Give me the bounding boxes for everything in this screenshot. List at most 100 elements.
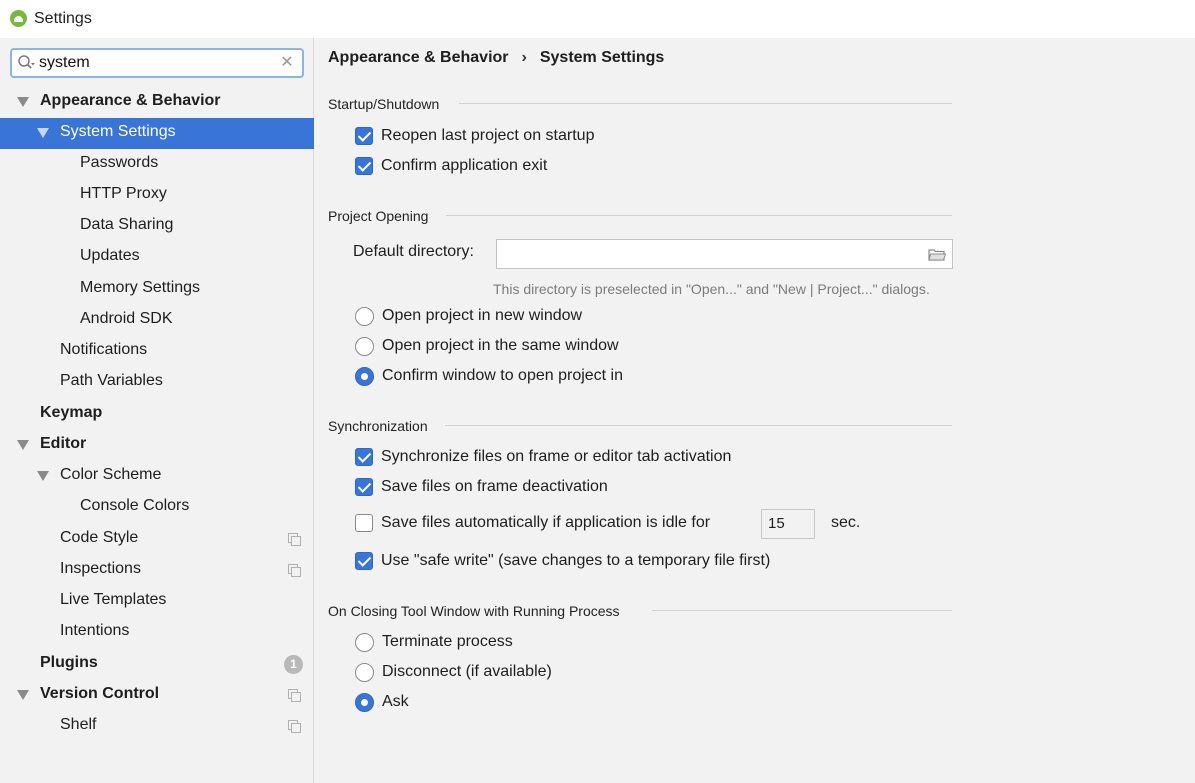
expand-arrow-icon[interactable] bbox=[37, 128, 49, 138]
radio-label: Disconnect (if available) bbox=[382, 663, 552, 680]
tree-item-label: Path Variables bbox=[60, 372, 163, 389]
checkbox-checked[interactable] bbox=[355, 552, 373, 570]
tree-item-path-variables[interactable]: Path Variables bbox=[0, 367, 314, 398]
tree-item-color-scheme[interactable]: Color Scheme bbox=[0, 461, 314, 492]
expand-arrow-icon[interactable] bbox=[17, 690, 29, 700]
confirm-window-radio[interactable]: Confirm window to open project in bbox=[355, 364, 623, 388]
tree-item-console-colors[interactable]: Console Colors bbox=[0, 492, 314, 523]
checkbox-label: Save files on frame deactivation bbox=[381, 478, 608, 495]
checkbox-checked[interactable] bbox=[355, 127, 373, 145]
idle-seconds-input[interactable]: 15 bbox=[761, 509, 815, 539]
ask-radio[interactable]: Ask bbox=[355, 690, 409, 714]
open-same-window-radio[interactable]: Open project in the same window bbox=[355, 334, 619, 358]
checkbox-label: Reopen last project on startup bbox=[381, 127, 595, 144]
section-project-opening-title: Project Opening bbox=[328, 208, 429, 224]
project-settings-icon bbox=[288, 564, 301, 577]
folder-browse-icon[interactable] bbox=[928, 248, 946, 261]
checkbox-unchecked[interactable] bbox=[355, 514, 373, 532]
expand-arrow-icon[interactable] bbox=[37, 471, 49, 481]
section-divider bbox=[459, 103, 952, 104]
tree-item-shelf[interactable]: Shelf bbox=[0, 711, 314, 742]
breadcrumb-separator-icon: › bbox=[521, 49, 527, 66]
radio-label: Open project in new window bbox=[382, 307, 583, 324]
tree-item-code-style[interactable]: Code Style bbox=[0, 524, 314, 555]
android-studio-icon bbox=[10, 10, 27, 27]
tree-item-label: Plugins bbox=[40, 654, 98, 671]
tree-item-label: Version Control bbox=[40, 685, 160, 702]
window-title: Settings bbox=[34, 10, 92, 27]
section-divider bbox=[446, 215, 952, 216]
tree-item-inspections[interactable]: Inspections bbox=[0, 555, 314, 586]
tree-item-intentions[interactable]: Intentions bbox=[0, 617, 314, 648]
tree-item-keymap[interactable]: Keymap bbox=[0, 399, 314, 430]
section-divider bbox=[445, 425, 952, 426]
radio-label: Terminate process bbox=[382, 633, 513, 650]
checkbox-label: Synchronize files on frame or editor tab… bbox=[381, 448, 732, 465]
tree-item-android-sdk[interactable]: Android SDK bbox=[0, 305, 314, 336]
section-divider bbox=[652, 610, 952, 611]
tree-item-label: Shelf bbox=[60, 716, 97, 733]
radio-selected[interactable] bbox=[355, 692, 374, 712]
checkbox-label: Save files automatically if application … bbox=[381, 514, 711, 531]
radio-unselected[interactable] bbox=[355, 306, 374, 326]
section-startup-title: Startup/Shutdown bbox=[328, 96, 440, 112]
tree-item-appearance-behavior[interactable]: Appearance & Behavior bbox=[0, 87, 314, 118]
safe-write-checkbox[interactable]: Use "safe write" (save changes to a temp… bbox=[355, 549, 770, 573]
tree-item-label: Intentions bbox=[60, 622, 130, 639]
radio-unselected[interactable] bbox=[355, 632, 374, 652]
tree-item-label: Console Colors bbox=[80, 497, 190, 514]
disconnect-radio[interactable]: Disconnect (if available) bbox=[355, 660, 552, 684]
tree-item-system-settings[interactable]: System Settings bbox=[0, 118, 314, 149]
search-box[interactable]: ✕ bbox=[10, 48, 304, 78]
sync-files-checkbox[interactable]: Synchronize files on frame or editor tab… bbox=[355, 445, 731, 469]
save-on-deactivation-checkbox[interactable]: Save files on frame deactivation bbox=[355, 475, 608, 499]
tree-item-http-proxy[interactable]: HTTP Proxy bbox=[0, 180, 314, 211]
tree-item-label: Android SDK bbox=[80, 310, 173, 327]
search-input[interactable] bbox=[39, 53, 279, 73]
checkbox-checked[interactable] bbox=[355, 478, 373, 496]
tree-item-label: Live Templates bbox=[60, 591, 167, 608]
tree-item-notifications[interactable]: Notifications bbox=[0, 336, 314, 367]
radio-label: Open project in the same window bbox=[382, 337, 619, 354]
tree-item-label: Inspections bbox=[60, 560, 141, 577]
reopen-last-project-checkbox[interactable]: Reopen last project on startup bbox=[355, 124, 594, 148]
expand-arrow-icon[interactable] bbox=[17, 97, 29, 107]
expand-arrow-icon[interactable] bbox=[17, 440, 29, 450]
tree-item-updates[interactable]: Updates bbox=[0, 242, 314, 273]
open-new-window-radio[interactable]: Open project in new window bbox=[355, 304, 582, 328]
checkbox-checked[interactable] bbox=[355, 157, 373, 175]
clear-search-icon[interactable]: ✕ bbox=[280, 53, 294, 73]
search-icon[interactable] bbox=[17, 54, 37, 72]
tree-item-label: Editor bbox=[40, 435, 87, 452]
tree-item-editor[interactable]: Editor bbox=[0, 430, 314, 461]
plugins-update-badge: 1 bbox=[284, 655, 303, 674]
radio-label: Confirm window to open project in bbox=[382, 367, 624, 384]
terminate-process-radio[interactable]: Terminate process bbox=[355, 630, 513, 654]
confirm-exit-checkbox[interactable]: Confirm application exit bbox=[355, 154, 547, 178]
tree-item-memory-settings[interactable]: Memory Settings bbox=[0, 274, 314, 305]
tree-item-live-templates[interactable]: Live Templates bbox=[0, 586, 314, 617]
radio-unselected[interactable] bbox=[355, 662, 374, 682]
project-settings-icon bbox=[288, 533, 301, 546]
breadcrumb-current: System Settings bbox=[539, 49, 665, 66]
project-settings-icon bbox=[288, 720, 301, 733]
checkbox-checked[interactable] bbox=[355, 448, 373, 466]
tree-item-label: HTTP Proxy bbox=[80, 185, 167, 202]
tree-item-label: Keymap bbox=[40, 404, 103, 421]
default-directory-hint: This directory is preselected in "Open..… bbox=[493, 281, 930, 297]
breadcrumb-parent[interactable]: Appearance & Behavior bbox=[328, 49, 509, 67]
title-bar: Settings bbox=[0, 0, 1195, 38]
section-sync-title: Synchronization bbox=[328, 418, 428, 434]
tree-item-passwords[interactable]: Passwords bbox=[0, 149, 314, 180]
breadcrumb: Appearance & Behavior › System Settings bbox=[328, 49, 664, 67]
default-directory-field[interactable] bbox=[496, 239, 953, 269]
tree-item-version-control[interactable]: Version Control bbox=[0, 680, 314, 711]
save-when-idle-checkbox[interactable]: Save files automatically if application … bbox=[355, 511, 710, 535]
radio-label: Ask bbox=[382, 693, 409, 710]
radio-selected[interactable] bbox=[355, 366, 374, 386]
settings-sidebar: ✕ Appearance & Behavior System Settings … bbox=[0, 38, 314, 783]
section-closing-title: On Closing Tool Window with Running Proc… bbox=[328, 603, 620, 619]
tree-item-data-sharing[interactable]: Data Sharing bbox=[0, 211, 314, 242]
radio-unselected[interactable] bbox=[355, 336, 374, 356]
tree-item-plugins[interactable]: Plugins 1 bbox=[0, 649, 314, 680]
